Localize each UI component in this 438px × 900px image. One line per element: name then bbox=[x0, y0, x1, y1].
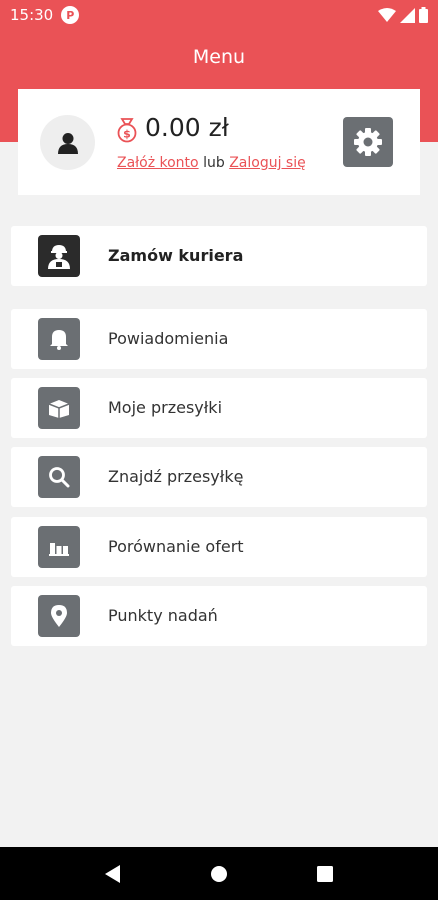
recents-icon bbox=[317, 865, 333, 882]
recents-button[interactable] bbox=[305, 854, 345, 894]
package-icon-box bbox=[38, 387, 80, 429]
profile-card: $ 0.00 zł Załóż konto lub Zaloguj się bbox=[18, 89, 420, 195]
menu-item-compare-offers[interactable]: Porównanie ofert bbox=[11, 517, 427, 577]
location-pin-icon-box bbox=[38, 595, 80, 637]
bell-icon bbox=[50, 330, 68, 350]
compare-icon bbox=[49, 543, 69, 556]
or-text: lub bbox=[203, 155, 225, 171]
battery-icon bbox=[419, 7, 428, 23]
home-icon bbox=[211, 865, 227, 882]
wifi-icon bbox=[378, 7, 396, 22]
package-icon bbox=[48, 400, 70, 418]
menu-item-label: Znajdź przesyłkę bbox=[108, 467, 244, 486]
login-link[interactable]: Zaloguj się bbox=[229, 155, 306, 171]
menu-item-label: Zamów kuriera bbox=[108, 246, 244, 265]
page-title: Menu bbox=[192, 46, 246, 68]
money-bag-icon: $ bbox=[117, 118, 137, 143]
signal-icon bbox=[400, 7, 415, 23]
menu-item-find-shipment[interactable]: Znajdź przesyłkę bbox=[11, 447, 427, 507]
svg-text:$: $ bbox=[123, 128, 131, 141]
search-icon bbox=[49, 467, 70, 488]
app-notification-icon: P bbox=[61, 6, 80, 24]
menu-item-drop-off-points[interactable]: Punkty nadań bbox=[11, 586, 427, 646]
menu-item-order-courier[interactable]: Zamów kuriera bbox=[11, 226, 427, 286]
home-button[interactable] bbox=[199, 854, 239, 894]
auth-links: Załóż konto lub Zaloguj się bbox=[117, 155, 306, 171]
avatar[interactable] bbox=[40, 115, 95, 170]
menu-item-label: Porównanie ofert bbox=[108, 537, 244, 556]
system-nav-bar bbox=[0, 847, 438, 900]
compare-icon-box bbox=[38, 526, 80, 568]
menu-item-my-shipments[interactable]: Moje przesyłki bbox=[11, 378, 427, 438]
status-time: 15:30 bbox=[10, 6, 54, 24]
menu-item-label: Moje przesyłki bbox=[108, 398, 223, 417]
courier-icon bbox=[48, 245, 70, 269]
create-account-link[interactable]: Załóż konto bbox=[117, 155, 199, 171]
menu-item-label: Punkty nadań bbox=[108, 606, 218, 625]
user-icon bbox=[57, 132, 78, 154]
back-button[interactable] bbox=[93, 854, 133, 894]
menu-item-label: Powiadomienia bbox=[108, 329, 229, 348]
back-icon bbox=[105, 864, 120, 883]
menu-item-notifications[interactable]: Powiadomienia bbox=[11, 309, 427, 369]
settings-button[interactable] bbox=[343, 117, 393, 167]
search-icon-box bbox=[38, 456, 80, 498]
balance-amount: 0.00 zł bbox=[145, 113, 229, 142]
status-bar: 15:30 P bbox=[0, 0, 438, 30]
gear-icon bbox=[354, 128, 382, 156]
bell-icon-box bbox=[38, 318, 80, 360]
courier-icon-box bbox=[38, 235, 80, 277]
location-pin-icon bbox=[51, 605, 67, 627]
